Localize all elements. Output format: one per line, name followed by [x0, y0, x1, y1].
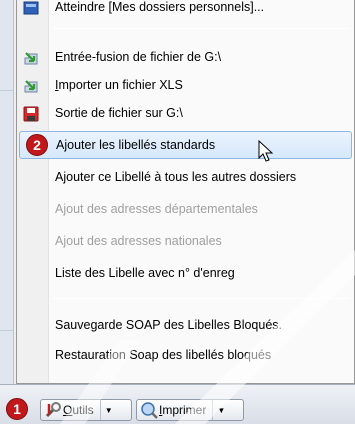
menu-item-ajout-adresses-nationales: Ajout des adresses nationales	[19, 228, 352, 256]
menu-item-label: Sortie de fichier sur G:\	[55, 106, 183, 120]
magnifier-icon	[140, 401, 158, 419]
menu-item-liste-libelle[interactable]: Liste des Libelle avec n° d'enreg	[19, 260, 352, 288]
save-disk-icon	[23, 106, 39, 122]
menu-item-label: Ajouter ce Libellé à tous les autres dos…	[55, 170, 297, 184]
folder-icon	[23, 0, 39, 16]
outils-button[interactable]: Outils ▼	[40, 399, 132, 421]
import-arrow-icon	[23, 50, 39, 66]
menu-item-ajouter-libelles-standards[interactable]: Ajouter les libellés standards	[19, 131, 352, 159]
menu-item-label: Liste des Libelle avec n° d'enreg	[55, 266, 235, 280]
divider	[0, 90, 14, 91]
menu-item-entree-fusion[interactable]: Entrée-fusion de fichier de G:\	[19, 44, 352, 72]
menu-item-restauration-soap[interactable]: Restauration Soap des libellés bloqués	[19, 342, 352, 370]
menu-item-atteindre[interactable]: Atteindre [Mes dossiers personnels]...	[19, 0, 352, 22]
menu-item-ajouter-libelle-tous[interactable]: Ajouter ce Libellé à tous les autres dos…	[19, 164, 352, 192]
menu-item-label: Ajouter les libellés standards	[56, 138, 216, 152]
menu-item-sauvegarde-soap[interactable]: Sauvegarde SOAP des Libelles Bloqués.	[19, 312, 352, 340]
step-badge-1: 1	[6, 398, 28, 420]
step-badge-2: 2	[26, 134, 48, 156]
tools-icon	[44, 401, 62, 419]
menu-item-ajout-adresses-departementales: Ajout des adresses départementales	[19, 196, 352, 224]
context-menu: Atteindre [Mes dossiers personnels]... E…	[16, 0, 355, 384]
menu-item-label-rest: mporter un fichier XLS	[58, 78, 183, 92]
menu-item-label: Ajout des adresses nationales	[55, 234, 222, 248]
divider	[0, 330, 14, 331]
import-arrow-icon	[23, 78, 39, 94]
menu-item-label: Restauration Soap des libellés bloqués	[55, 348, 272, 362]
menu-item-sortie-fichier[interactable]: Sortie de fichier sur G:\	[19, 100, 352, 128]
menu-item-label: Sauvegarde SOAP des Libelles Bloqués.	[55, 318, 283, 332]
menu-item-label: Atteindre [Mes dossiers personnels]...	[55, 0, 265, 14]
menu-separator	[53, 298, 350, 299]
menu-item-label: Importer un fichier XLS	[55, 78, 183, 92]
background-window-strip	[0, 0, 14, 384]
imprimer-button[interactable]: Imprimer ▼	[136, 399, 244, 421]
mouse-cursor-icon	[258, 140, 274, 162]
outils-dropdown-arrow-icon[interactable]: ▼	[99, 400, 113, 420]
menu-item-importer-xls[interactable]: Importer un fichier XLS	[19, 72, 352, 100]
bottom-toolbar: 1 Outils ▼ Imprimer ▼	[0, 384, 355, 424]
imprimer-dropdown-arrow-icon[interactable]: ▼	[212, 400, 225, 420]
menu-item-label: Entrée-fusion de fichier de G:\	[55, 50, 222, 64]
imprimer-label: Imprimer	[159, 403, 207, 417]
menu-separator	[53, 28, 350, 29]
outils-label: Outils	[63, 403, 94, 417]
menu-item-label: Ajout des adresses départementales	[55, 202, 258, 216]
